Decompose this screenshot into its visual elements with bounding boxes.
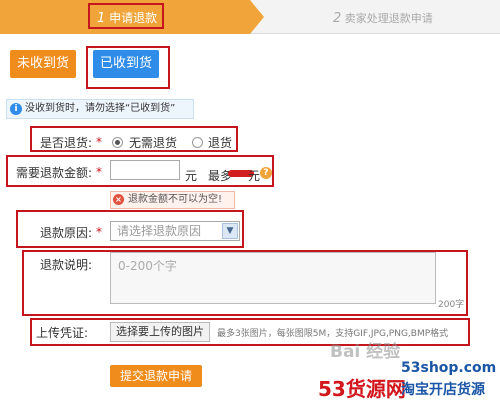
description-label: 退款说明:: [40, 258, 93, 272]
amount-unit: 元: [185, 169, 198, 183]
radio-return-label[interactable]: 退货: [208, 134, 232, 151]
info-icon: i: [10, 103, 22, 115]
radio-no-return[interactable]: [112, 137, 123, 148]
required-mark: *: [96, 135, 102, 149]
submit-refund-button[interactable]: 提交退款申请: [110, 365, 202, 387]
site-slogan-watermark: 淘宝开店货源: [401, 382, 485, 398]
upload-label: 上传凭证:: [36, 326, 89, 340]
radio-return[interactable]: [192, 137, 203, 148]
step-arrow: [250, 0, 264, 34]
help-icon[interactable]: ?: [260, 167, 272, 179]
amount-input[interactable]: [110, 160, 180, 180]
required-mark: *: [96, 165, 102, 179]
amount-label: 需要退款金额:: [16, 166, 93, 180]
description-textarea[interactable]: 0-200个字: [110, 252, 436, 304]
error-icon: ×: [113, 194, 124, 205]
reason-label: 退款原因:: [40, 226, 93, 240]
annotation-box-step: [88, 3, 164, 29]
site-watermark: 53货源网: [318, 377, 406, 401]
upload-image-button[interactable]: 选择要上传的图片: [110, 322, 210, 342]
baidu-watermark: Bai 经验: [330, 342, 401, 362]
chevron-down-icon[interactable]: ▼: [222, 223, 238, 239]
amount-error-message: 退款金额不可以为空!: [110, 191, 235, 209]
radio-no-return-label[interactable]: 无需退货: [129, 134, 177, 151]
max-amount-unit: 元: [248, 169, 261, 183]
step-2-label: 2 卖家处理退款申请: [333, 11, 433, 26]
site-url-watermark: 53shop.com: [401, 360, 497, 376]
return-goods-label: 是否退货:: [40, 136, 93, 150]
tab-not-received[interactable]: 未收到货: [10, 50, 76, 78]
required-mark: *: [96, 225, 102, 239]
notice-banner: 没收到货时，请勿选择“已收到货”: [6, 99, 194, 119]
char-counter: 200字: [438, 300, 465, 310]
reason-select[interactable]: 请选择退款原因: [110, 221, 240, 241]
annotation-box-tab: [86, 46, 170, 89]
